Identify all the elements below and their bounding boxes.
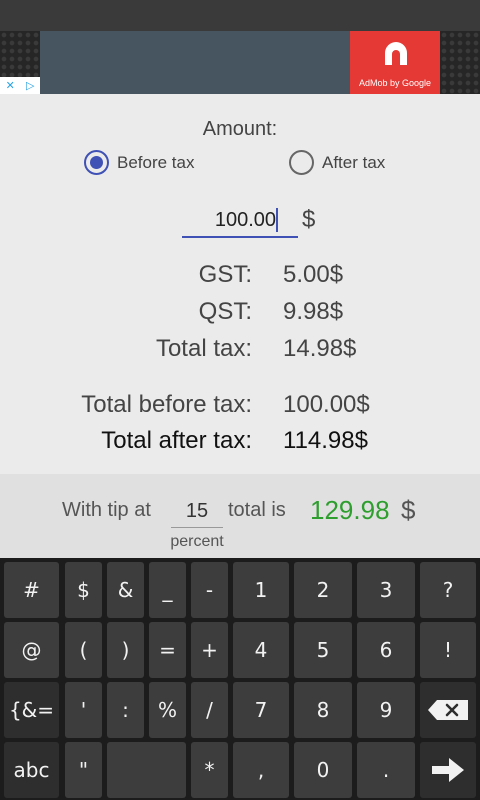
- total-before-tax-value: 100.00$: [283, 391, 370, 418]
- gst-row: GST: 5.00$: [0, 261, 480, 293]
- enter-arrow-icon: [432, 758, 464, 782]
- key-double-quote[interactable]: ": [65, 742, 102, 798]
- ad-choices[interactable]: ✕ ▷: [0, 77, 40, 94]
- after-tax-label: After tax: [322, 152, 386, 172]
- key-7[interactable]: 7: [233, 682, 289, 738]
- key-space[interactable]: [107, 742, 186, 798]
- key-slash[interactable]: /: [191, 682, 228, 738]
- with-tip-label: With tip at: [62, 499, 151, 521]
- total-tax-row: Total tax: 14.98$: [0, 335, 480, 367]
- after-tax-radio[interactable]: After tax: [289, 150, 385, 175]
- key-colon[interactable]: :: [107, 682, 144, 738]
- tip-total-value: 129.98: [310, 495, 390, 525]
- amount-input[interactable]: 100.00: [182, 202, 298, 238]
- percent-label: percent: [170, 533, 224, 550]
- ad-pattern-right: [440, 31, 480, 94]
- key-abc[interactable]: abc: [4, 742, 59, 798]
- total-after-tax-label: Total after tax:: [101, 427, 252, 454]
- qst-value: 9.98$: [283, 298, 344, 325]
- key-hash[interactable]: #: [4, 562, 59, 618]
- amount-label: Amount:: [202, 118, 278, 140]
- key-5[interactable]: 5: [294, 622, 352, 678]
- key-ampersand[interactable]: &: [107, 562, 144, 618]
- ad-content[interactable]: [40, 31, 350, 94]
- key-comma[interactable]: ,: [233, 742, 289, 798]
- key-0[interactable]: 0: [294, 742, 352, 798]
- key-asterisk[interactable]: *: [191, 742, 228, 798]
- backspace-icon: [428, 700, 468, 720]
- radio-unchecked-icon: [289, 150, 314, 175]
- key-at[interactable]: @: [4, 622, 59, 678]
- key-9[interactable]: 9: [357, 682, 415, 738]
- key-equals[interactable]: =: [149, 622, 186, 678]
- before-tax-label: Before tax: [117, 152, 195, 172]
- key-percent[interactable]: %: [149, 682, 186, 738]
- ad-close-icon[interactable]: ✕: [6, 79, 15, 92]
- key-4[interactable]: 4: [233, 622, 289, 678]
- key-backspace[interactable]: [420, 682, 476, 738]
- key-8[interactable]: 8: [294, 682, 352, 738]
- total-tax-label: Total tax:: [155, 335, 252, 362]
- ad-info-icon[interactable]: ▷: [26, 79, 34, 92]
- key-question[interactable]: ?: [420, 562, 476, 618]
- text-cursor: [276, 208, 278, 232]
- total-tax-value: 14.98$: [283, 335, 357, 362]
- key-apostrophe[interactable]: ': [65, 682, 102, 738]
- key-more-symbols[interactable]: {&=: [4, 682, 59, 738]
- symbol-keyboard: # $ & _ - 1 2 3 ? @ ( ) = + 4 5 6 ! {&= …: [0, 558, 480, 800]
- status-bar: [0, 0, 480, 31]
- key-2[interactable]: 2: [294, 562, 352, 618]
- total-after-tax-value: 114.98$: [283, 427, 368, 454]
- key-minus[interactable]: -: [191, 562, 228, 618]
- total-before-tax-label: Total before tax:: [81, 391, 252, 418]
- admob-logo-icon: [385, 42, 407, 65]
- tip-percent-input[interactable]: 15: [171, 494, 223, 528]
- admob-brand[interactable]: AdMob by Google: [350, 31, 440, 94]
- total-after-tax-row: Total after tax: 114.98$: [0, 427, 480, 459]
- amount-value: 100.00: [214, 209, 276, 231]
- tax-calculator: Amount: Before tax After tax 100.00 $ GS…: [0, 94, 480, 474]
- qst-label: QST:: [198, 298, 252, 325]
- gst-value: 5.00$: [283, 261, 344, 288]
- tip-bar: With tip at 15 total is 129.98 $ percent: [0, 474, 480, 558]
- key-dollar[interactable]: $: [65, 562, 102, 618]
- radio-checked-icon: [84, 150, 109, 175]
- key-6[interactable]: 6: [357, 622, 415, 678]
- key-1[interactable]: 1: [233, 562, 289, 618]
- qst-row: QST: 9.98$: [0, 298, 480, 330]
- key-period[interactable]: .: [357, 742, 415, 798]
- ad-banner[interactable]: AdMob by Google ✕ ▷: [0, 31, 480, 94]
- amount-currency: $: [302, 206, 316, 233]
- key-enter[interactable]: [420, 742, 476, 798]
- key-close-paren[interactable]: ): [107, 622, 144, 678]
- gst-label: GST:: [198, 261, 252, 288]
- key-exclamation[interactable]: !: [420, 622, 476, 678]
- key-3[interactable]: 3: [357, 562, 415, 618]
- before-tax-radio[interactable]: Before tax: [84, 150, 195, 175]
- tip-currency: $: [401, 495, 416, 525]
- key-open-paren[interactable]: (: [65, 622, 102, 678]
- total-before-tax-row: Total before tax: 100.00$: [0, 391, 480, 423]
- total-is-label: total is: [228, 499, 286, 521]
- key-plus[interactable]: +: [191, 622, 228, 678]
- key-underscore[interactable]: _: [149, 562, 186, 618]
- admob-caption: AdMob by Google: [358, 78, 432, 88]
